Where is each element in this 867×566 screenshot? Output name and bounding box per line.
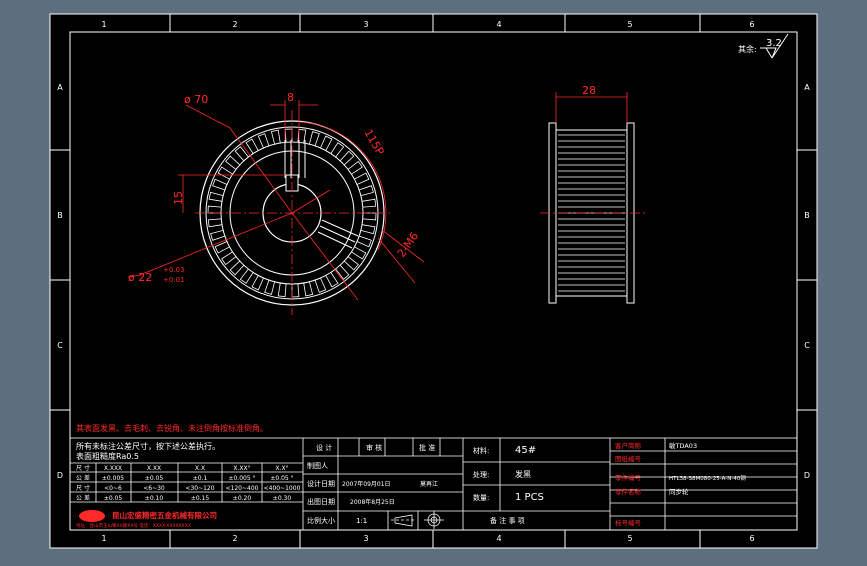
zone-bottom-6: 6	[749, 534, 754, 543]
signoff-design: 设 计	[316, 443, 332, 452]
zone-top-5: 5	[627, 20, 632, 29]
tol-r1-3: ±0.1	[193, 475, 208, 482]
tol-header-3: X.X	[195, 465, 205, 472]
signoff-approve: 批 准	[419, 443, 435, 452]
dim-key-width: 8	[287, 91, 294, 104]
zone-right-b: B	[804, 211, 810, 220]
company-logo-icon	[79, 510, 105, 522]
design-date-value: 2007年09月01日	[342, 480, 391, 488]
zone-left-a: A	[57, 83, 63, 92]
zone-left-d: D	[57, 471, 63, 480]
zone-bottom-2: 2	[232, 534, 237, 543]
designer-name: 莫再江	[420, 480, 438, 488]
tol-r2-0: 尺 寸	[76, 484, 90, 492]
tol-r1-0: 公 差	[76, 474, 90, 482]
cad-drawing: 1 2 3 4 5 6 1 2 3 4 5 6 A B C D A B C D …	[49, 13, 818, 549]
dim-width: 28	[582, 84, 596, 97]
drawno-label: 图纸编号	[615, 454, 642, 463]
dim-bore-tol-lower: +0.01	[163, 276, 184, 284]
zone-top-2: 2	[232, 20, 237, 29]
zone-bottom-1: 1	[101, 534, 106, 543]
material-label: 材料:	[473, 446, 489, 455]
tol-r2-5: <400~1000	[264, 485, 301, 492]
issue-date-label: 出图日期	[307, 497, 335, 506]
dim-bore-dia: ø 22	[128, 271, 152, 284]
scale-label: 比例大小	[307, 516, 335, 525]
scale-value: 1:1	[356, 517, 367, 525]
dim-bore-tol-upper: +0.03	[163, 266, 184, 274]
zone-bottom-3: 3	[363, 534, 368, 543]
finish-value: 发黑	[515, 469, 531, 479]
client-value: 敏TDA03	[669, 441, 697, 450]
partname-label: 零件名称	[615, 487, 642, 496]
tol-r1-5: ±0.05 °	[270, 475, 293, 482]
tol-header-1: X.XXX	[104, 465, 122, 472]
zone-left-c: C	[57, 341, 63, 350]
design-date-label: 设计日期	[307, 479, 335, 488]
material-value: 45#	[515, 445, 536, 456]
zone-top-3: 3	[363, 20, 368, 29]
notes-label: 备 注 事 项	[490, 516, 525, 525]
tol-r3-2: ±0.10	[145, 495, 164, 502]
company-address: 地址：昆山市玉山镇XX路XX号 电话：XXXX-XXXXXXXX	[76, 522, 191, 529]
tol-r3-5: ±0.30	[273, 495, 292, 502]
qty-label: 数量:	[473, 493, 489, 502]
treatment-note: 其表面发黑、去毛刺、去锐角、未注倒角按标准倒角。	[76, 423, 268, 433]
zone-top-1: 1	[101, 20, 106, 29]
company-name: 昆山宏盛精密五金机械有限公司	[112, 510, 217, 520]
zone-top-4: 4	[496, 20, 501, 29]
dim-outer-dia: ø 70	[184, 93, 208, 106]
tol-r3-4: ±0.20	[233, 495, 252, 502]
tol-r2-2: <6~30	[143, 485, 165, 492]
roughness-label: 其余:	[738, 44, 757, 54]
drafter-label: 制图人	[307, 461, 328, 470]
issue-date-value: 2008年8月25日	[350, 498, 395, 506]
zone-bottom-5: 5	[627, 534, 632, 543]
partno-value: HTL38-S8M080-25-A-N-40钢	[669, 474, 746, 482]
zone-bottom-4: 4	[496, 534, 501, 543]
tol-header-4: X.XX°	[233, 465, 250, 472]
tol-r1-4: ±0.005 °	[228, 475, 255, 482]
tol-r3-3: ±0.15	[191, 495, 210, 502]
mark-label: 标号编号	[615, 518, 642, 527]
tol-r3-1: ±0.05	[104, 495, 123, 502]
zone-right-c: C	[804, 341, 810, 350]
zone-top-6: 6	[749, 20, 754, 29]
tol-r2-4: <120~400	[226, 485, 259, 492]
general-tol-title: 所有未标注公差尺寸，按下述公差执行。	[76, 441, 220, 451]
tol-r2-3: <30~120	[185, 485, 214, 492]
tol-header-0: 尺 寸	[76, 464, 90, 472]
tol-r3-0: 公 差	[76, 494, 90, 502]
general-tol-sub: 表面粗糙度Ra0.5	[76, 451, 139, 461]
qty-value: 1 PCS	[515, 492, 544, 503]
finish-label: 处理:	[473, 470, 489, 479]
zone-right-a: A	[804, 83, 810, 92]
tol-r1-2: ±0.05	[145, 475, 164, 482]
zone-left-b: B	[57, 211, 63, 220]
tol-r1-1: ±0.005	[102, 475, 124, 482]
tol-header-2: X.XX	[147, 465, 161, 472]
dim-keyway-depth: 15	[172, 191, 185, 205]
tol-r2-1: <0~6	[104, 485, 122, 492]
zone-right-d: D	[804, 471, 810, 480]
signoff-review: 审 核	[366, 443, 382, 452]
partno-label: 零件编号	[615, 473, 642, 482]
tol-header-5: X.X°	[275, 465, 288, 472]
client-label: 客户简称	[615, 441, 642, 450]
partname-value: 同步轮	[669, 487, 689, 496]
drawing-viewport: 1 2 3 4 5 6 1 2 3 4 5 6 A B C D A B C D …	[0, 0, 867, 562]
